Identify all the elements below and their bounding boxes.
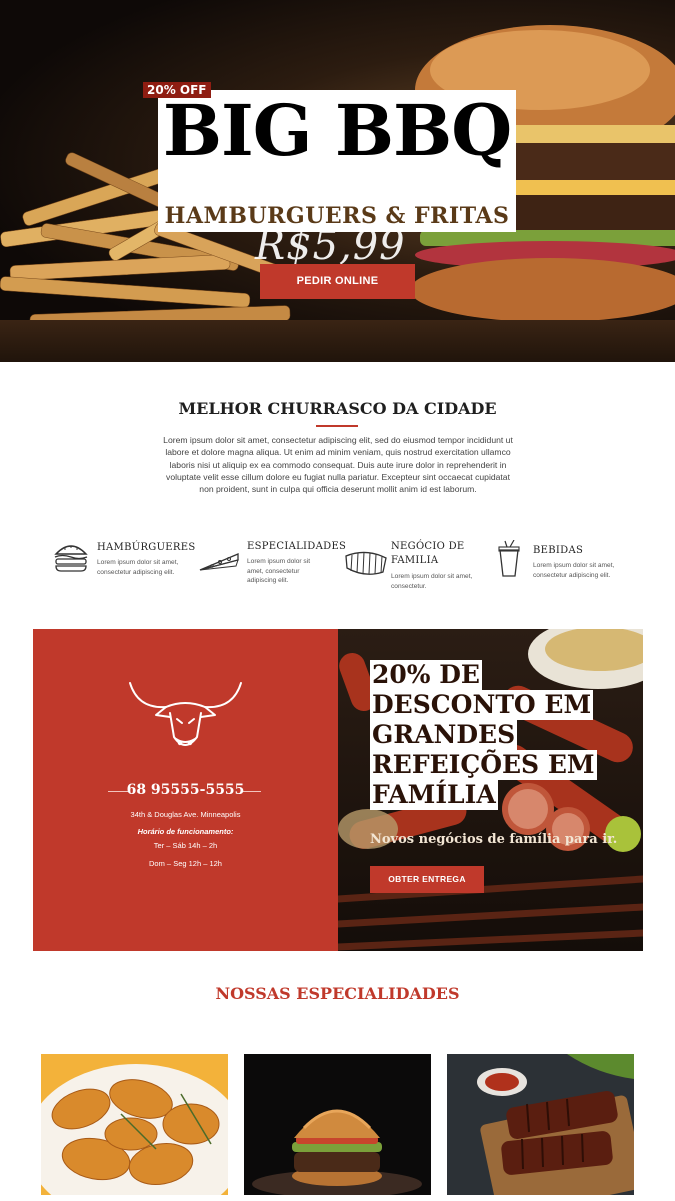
discount-badge: 20% OFF (143, 82, 211, 98)
promo-headline: 20% DE DESCONTO EM GRANDES REFEIÇÕES EM … (370, 660, 620, 810)
intro-title: MELHOR CHURRASCO DA CIDADE (178, 399, 497, 418)
hero-title: BIG BBQ (162, 89, 512, 172)
hours-label: Horário de funcionamento: (137, 827, 234, 836)
feature-title: BEBIDAS (533, 545, 584, 556)
feature-specialties: ESPECIALIDADES Lorem ipsum dolor sit ame… (198, 540, 346, 590)
specialty-card-burger[interactable] (244, 1054, 431, 1195)
feature-drinks: BEBIDAS Lorem ipsum dolor sit amet, cons… (497, 540, 637, 582)
hours-line: Dom – Seg 12h – 12h (149, 859, 222, 868)
headline-line: FAMÍLIA (370, 780, 498, 810)
phone-number[interactable]: 68 95555-5555 (33, 782, 338, 798)
burger-icon (54, 545, 88, 572)
bull-head-icon (129, 682, 242, 746)
bbq-ribs-image (447, 1054, 634, 1195)
ribs-icon (345, 551, 387, 575)
headline-line: DESCONTO EM (370, 690, 594, 720)
feature-text: Lorem ipsum dolor sit amet, consectetur … (97, 559, 179, 576)
headline-line: REFEIÇÕES EM (370, 750, 597, 780)
specialties-title: NOSSAS ESPECIALIDADES (215, 984, 460, 1003)
feature-burgers: HAMBÚRGUERES Lorem ipsum dolor sit amet,… (53, 540, 196, 580)
address: 34th & Douglas Ave. Minneapolis (130, 810, 241, 819)
table-surface (0, 320, 675, 362)
get-delivery-button[interactable]: OBTER ENTREGA (370, 866, 484, 893)
hero-price: R$5,99 (255, 223, 406, 269)
specialty-card-ribs[interactable] (447, 1054, 634, 1195)
feature-family: NEGÓCIO DE FAMILIA Lorem ipsum dolor sit… (343, 540, 493, 592)
order-online-button[interactable]: PEDIR ONLINE (260, 264, 415, 299)
hero-banner: BIG BBQ HAMBURGUERS & FRITAS 20% OFF R$5… (0, 0, 675, 362)
title-divider (316, 425, 358, 427)
hours-line: Ter – Sáb 14h – 2h (153, 841, 218, 850)
pizza-slice-icon (199, 553, 239, 571)
feature-title: HAMBÚRGUERES (97, 542, 196, 553)
burger-image (244, 1054, 431, 1195)
chicken-wings-image (41, 1054, 228, 1195)
headline-line: 20% DE (370, 660, 482, 690)
intro-text: Lorem ipsum dolor sit amet, consectetur … (163, 435, 513, 495)
feature-text: Lorem ipsum dolor sit amet, consectetur … (247, 558, 311, 584)
headline-line: GRANDES (370, 720, 518, 750)
feature-title: ESPECIALIDADES (247, 541, 347, 552)
drink-cup-icon (498, 540, 520, 577)
feature-title: NEGÓCIO DE FAMILIA (391, 541, 465, 566)
specialty-card-chicken[interactable] (41, 1054, 228, 1195)
feature-text: Lorem ipsum dolor sit amet, consectetur … (533, 562, 615, 579)
promo-subtext: Novos negócios de família para ir. (370, 832, 618, 847)
feature-text: Lorem ipsum dolor sit amet, consectetur. (391, 573, 473, 590)
